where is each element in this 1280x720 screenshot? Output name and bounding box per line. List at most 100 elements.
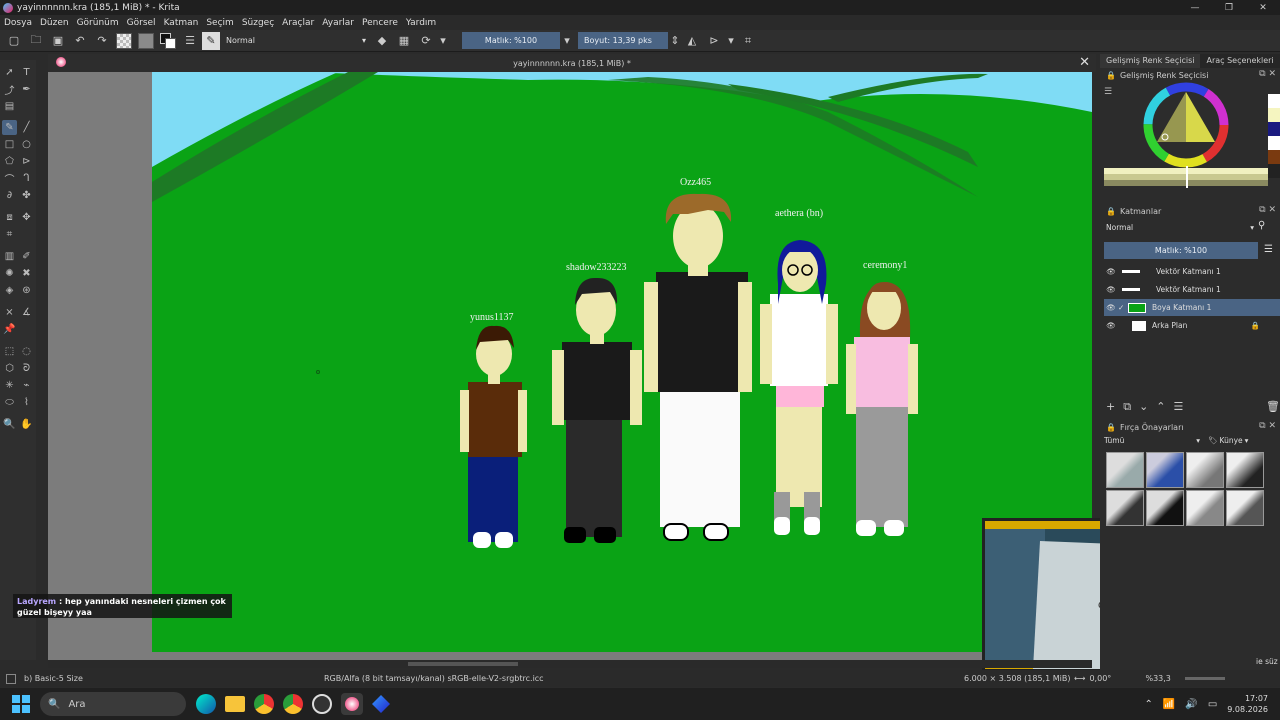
chevron-down-icon[interactable]: ▾ — [726, 31, 736, 51]
pattern-swatch[interactable] — [138, 32, 154, 49]
lock-icon[interactable]: 🔒 — [1106, 423, 1116, 432]
gradient-fill-icon[interactable]: ▥ — [2, 249, 17, 264]
ellipse-select-icon[interactable]: ◌ — [19, 344, 34, 359]
filter-icon[interactable]: ⚲ — [1258, 220, 1265, 231]
zoom-tool-icon[interactable]: 🔍 — [2, 417, 17, 432]
menu-icon[interactable]: ☰ — [1104, 87, 1112, 97]
brush-settings-icon[interactable]: ☰ — [180, 31, 200, 51]
canvas-viewport[interactable]: yunus1137 shadow233223 Ozz465 aethera (b… — [48, 72, 1092, 660]
brush-tag-button[interactable]: 🏷 Künye ▾ — [1208, 436, 1248, 445]
layers-opacity-slider[interactable]: Matlık: %100 — [1104, 242, 1258, 259]
dock-controls-icon[interactable]: ⧉ ✕ — [1259, 421, 1276, 431]
zoom-status[interactable]: %33,3 — [1145, 674, 1185, 683]
volume-icon[interactable]: 🔊 — [1185, 699, 1197, 710]
alpha-lock-icon[interactable]: ▦ — [394, 31, 414, 51]
reload-preset-icon[interactable]: ⟳ — [416, 31, 436, 51]
move-down-icon[interactable]: ⌄ — [1139, 400, 1148, 414]
freehand-brush-icon[interactable]: ✎ — [2, 120, 17, 135]
polyline-tool-icon[interactable]: ⊳ — [19, 154, 34, 169]
edit-shapes-icon[interactable]: ⤴ — [2, 82, 17, 97]
eye-icon[interactable]: 👁 — [1104, 303, 1118, 312]
mirror-vertical-icon[interactable]: ⊳ — [704, 31, 724, 51]
color-picker-icon[interactable]: ✐ — [19, 249, 34, 264]
app-icon[interactable] — [372, 695, 390, 713]
opacity-slider[interactable]: Matlık: %100 — [462, 32, 560, 49]
menu-layer[interactable]: Katman — [160, 18, 203, 28]
undo-icon[interactable]: ↶ — [70, 31, 90, 51]
maximize-button[interactable]: ❐ — [1212, 0, 1246, 15]
zoom-slider[interactable] — [1185, 677, 1226, 680]
measure-tool-icon[interactable]: ∡ — [19, 305, 34, 320]
tab-tool-options[interactable]: Araç Seçenekleri — [1200, 54, 1279, 68]
move-up-icon[interactable]: ⌃ — [1156, 400, 1165, 414]
document-tab[interactable]: yayinnnnnn.kra (185,1 MiB) * ✕ — [48, 54, 1096, 72]
freehand-path-icon[interactable]: ᒉ — [19, 171, 34, 186]
eye-icon[interactable]: 👁 — [1104, 285, 1118, 294]
eye-icon[interactable]: 👁 — [1104, 321, 1118, 330]
bezier-tool-icon[interactable]: ⌒ — [2, 171, 17, 186]
gradient-swatch[interactable] — [116, 32, 132, 49]
menu-select[interactable]: Seçim — [202, 18, 237, 28]
brush-preset[interactable] — [1146, 490, 1184, 526]
brush-filter-select[interactable]: Tümü ▾ — [1104, 436, 1200, 448]
layer-row[interactable]: 👁 Arka Plan 🔒 — [1104, 317, 1280, 334]
taskbar-search[interactable]: 🔍 Ara — [40, 692, 186, 716]
fg-bg-color-icon[interactable] — [160, 32, 176, 49]
enclose-fill-icon[interactable]: ⊛ — [19, 283, 34, 298]
dock-controls-icon[interactable]: ⧉ ✕ — [1259, 205, 1276, 215]
layer-row-selected[interactable]: 👁 ✓ Boya Katmanı 1 — [1104, 299, 1280, 316]
mirror-horizontal-icon[interactable]: ◭ — [682, 31, 702, 51]
assistant-tool-icon[interactable]: ⨯ — [2, 305, 17, 320]
check-icon[interactable]: ✓ — [1118, 303, 1128, 312]
dock-controls-icon[interactable]: ⧉ ✕ — [1259, 69, 1276, 79]
freehand-select-icon[interactable]: ᘐ — [19, 361, 34, 376]
menu-file[interactable]: Dosya — [0, 18, 36, 28]
fill-tool-icon[interactable]: ◈ — [2, 283, 17, 298]
menu-edit[interactable]: Düzen — [36, 18, 73, 28]
krita-taskbar-icon[interactable] — [341, 693, 363, 715]
menu-view[interactable]: Görünüm — [73, 18, 123, 28]
polygon-tool-icon[interactable]: ⬠ — [2, 154, 17, 169]
layer-row[interactable]: 👁 Vektör Katmanı 1 — [1104, 281, 1280, 298]
line-tool-icon[interactable]: ╱ — [19, 120, 34, 135]
menu-window[interactable]: Pencere — [358, 18, 402, 28]
pan-tool-icon[interactable]: ✋ — [19, 417, 34, 432]
similar-select-icon[interactable]: ⌁ — [19, 378, 34, 393]
magnetic-select-icon[interactable]: ⌇ — [19, 395, 34, 410]
dynamic-brush-icon[interactable]: ∂ — [2, 188, 17, 203]
smart-patch-icon[interactable]: ✺ — [2, 266, 17, 281]
menu-settings[interactable]: Ayarlar — [318, 18, 358, 28]
battery-icon[interactable]: ▭ — [1208, 699, 1217, 710]
edge-icon[interactable] — [196, 694, 216, 714]
file-explorer-icon[interactable] — [225, 696, 245, 712]
bezier-select-icon[interactable]: ⬭ — [2, 395, 17, 410]
text-tool-icon[interactable]: T — [19, 65, 34, 80]
brush-preset[interactable] — [1106, 490, 1144, 526]
add-layer-icon[interactable]: + — [1106, 400, 1115, 414]
close-document-icon[interactable]: ✕ — [1079, 55, 1090, 70]
layer-row[interactable]: 👁 Vektör Katmanı 1 — [1104, 263, 1280, 280]
layers-menu-icon[interactable]: ☰ — [1264, 244, 1273, 255]
clock[interactable]: 17:07 9.08.2026 — [1227, 693, 1268, 715]
brush-preset-icon[interactable]: ✎ — [202, 31, 220, 50]
windows-start-icon[interactable] — [12, 695, 30, 713]
new-document-icon[interactable]: ▢ — [4, 31, 24, 51]
duplicate-layer-icon[interactable]: ⧉ — [1123, 400, 1131, 414]
layers-blend-select[interactable]: Normal ▾ — [1104, 220, 1254, 234]
menu-image[interactable]: Görsel — [123, 18, 160, 28]
chevron-down-icon[interactable]: ▾ — [562, 31, 572, 51]
brush-preset[interactable] — [1226, 452, 1264, 488]
layer-properties-icon[interactable]: ☰ — [1174, 400, 1184, 414]
eraser-icon[interactable]: ◆ — [372, 31, 392, 51]
menu-filter[interactable]: Süzgeç — [238, 18, 278, 28]
crop-tool-icon[interactable]: ⌗ — [2, 227, 17, 242]
redo-icon[interactable]: ↷ — [92, 31, 112, 51]
color-wheel[interactable]: ☰ — [1100, 82, 1280, 192]
brush-preset[interactable] — [1226, 490, 1264, 526]
save-icon[interactable]: ▣ — [48, 31, 68, 51]
wifi-icon[interactable]: 📶 — [1163, 699, 1175, 710]
brush-preset[interactable] — [1186, 490, 1224, 526]
multibrush-icon[interactable]: ✤ — [19, 188, 34, 203]
rectangle-tool-icon[interactable]: □ — [2, 137, 17, 152]
brush-status-icon[interactable] — [6, 673, 16, 684]
